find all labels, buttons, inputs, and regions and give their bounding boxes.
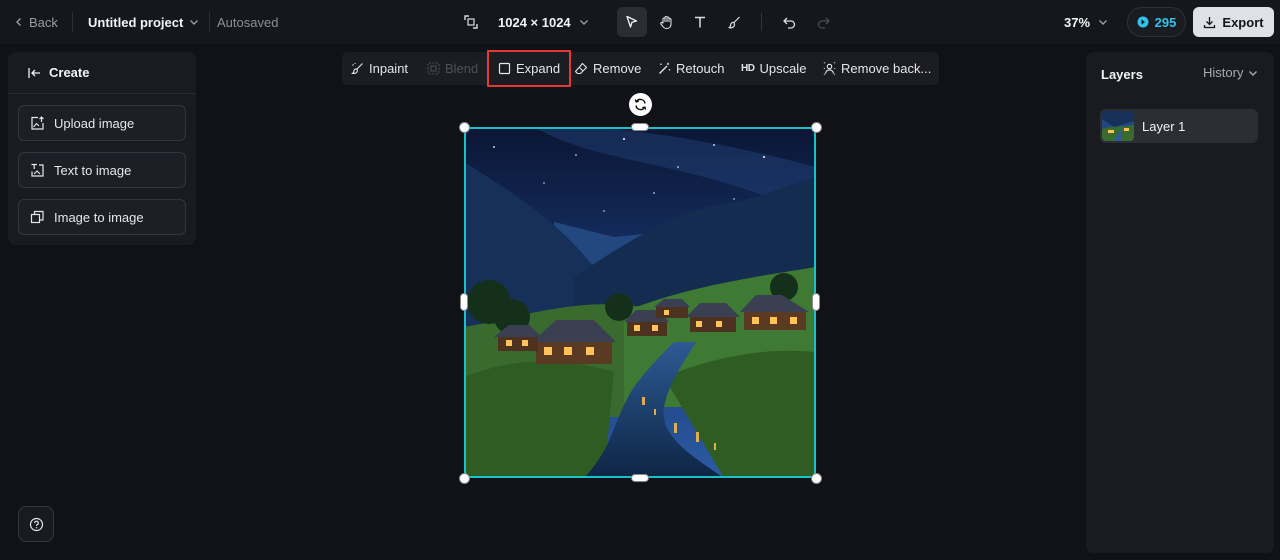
- remove-background-button[interactable]: Remove back...: [823, 52, 931, 85]
- layers-tab[interactable]: Layers: [1101, 67, 1143, 82]
- hand-tool[interactable]: [651, 7, 681, 37]
- divider: [761, 13, 762, 31]
- canvas-image[interactable]: [464, 127, 816, 478]
- upload-image-icon: [30, 115, 45, 131]
- image-to-image-label: Image to image: [54, 209, 144, 225]
- expand-icon: [498, 62, 511, 75]
- chevron-down-icon: [1098, 17, 1108, 27]
- undo-icon: [782, 15, 797, 30]
- canvas-size: 1024 × 1024: [498, 14, 571, 30]
- image-to-image-icon: [30, 210, 45, 225]
- brush-tool[interactable]: [719, 7, 749, 37]
- download-icon: [1203, 16, 1216, 29]
- text-icon: [693, 15, 707, 29]
- resize-handle-left[interactable]: [460, 293, 468, 311]
- credit-count: 295: [1154, 14, 1177, 30]
- resize-handle-bottom-left[interactable]: [459, 473, 470, 484]
- help-button[interactable]: [18, 506, 54, 542]
- remove-background-icon: [823, 62, 836, 75]
- history-label: History: [1203, 65, 1244, 80]
- export-label: Export: [1222, 14, 1264, 30]
- resize-handle-right[interactable]: [812, 293, 820, 311]
- remove-label: Remove: [593, 61, 642, 76]
- layer-item[interactable]: Layer 1: [1100, 109, 1258, 143]
- project-title: Untitled project: [88, 14, 184, 30]
- redo-button[interactable]: [808, 7, 838, 37]
- expand-label: Expand: [516, 61, 561, 76]
- edit-toolbar: Inpaint Blend Expand Remove Retouch HD U…: [342, 50, 939, 87]
- rotate-icon: [633, 97, 648, 112]
- zoom-dropdown[interactable]: 37%: [1064, 0, 1108, 44]
- redo-icon: [816, 15, 831, 30]
- upscale-label: Upscale: [759, 61, 807, 76]
- brush-icon: [727, 15, 742, 30]
- help-icon: [29, 517, 44, 532]
- text-tool[interactable]: [685, 7, 715, 37]
- retouch-label: Retouch: [676, 61, 725, 76]
- credit-coin-icon: [1137, 16, 1149, 28]
- layers-panel: Layers History Layer 1: [1086, 52, 1274, 553]
- divider: [209, 12, 210, 32]
- eraser-icon: [574, 62, 588, 75]
- top-bar: Back Untitled project Autosaved 1024 × 1…: [0, 0, 1280, 44]
- layer-thumbnail: [1102, 111, 1134, 141]
- resize-handle-bottom[interactable]: [631, 474, 649, 482]
- hand-icon: [659, 15, 674, 30]
- resize-canvas-button[interactable]: [464, 0, 478, 44]
- resize-handle-top-right[interactable]: [811, 122, 822, 133]
- tool-group: [617, 0, 838, 44]
- remove-button[interactable]: Remove: [574, 52, 641, 85]
- upload-image-button[interactable]: Upload image: [18, 105, 186, 141]
- divider: [72, 12, 73, 32]
- text-to-image-button[interactable]: Text to image: [18, 152, 186, 188]
- expand-button[interactable]: Expand: [487, 50, 572, 87]
- remove-background-label: Remove back...: [841, 61, 932, 76]
- resize-handle-top-left[interactable]: [459, 122, 470, 133]
- history-tab[interactable]: History: [1203, 65, 1258, 80]
- canvas-size-dropdown[interactable]: 1024 × 1024: [498, 0, 589, 44]
- night-village-landscape: [464, 127, 816, 478]
- resize-handle-bottom-right[interactable]: [811, 473, 822, 484]
- image-to-image-button[interactable]: Image to image: [18, 199, 186, 235]
- hd-icon: HD: [741, 63, 755, 74]
- chevron-down-icon: [579, 17, 589, 27]
- collapse-left-icon: [28, 67, 41, 79]
- upload-image-label: Upload image: [54, 115, 135, 131]
- autosave-status: Autosaved: [217, 14, 279, 30]
- chevron-down-icon: [1248, 68, 1258, 78]
- blend-button[interactable]: Blend: [427, 52, 478, 85]
- rotate-handle[interactable]: [629, 93, 652, 116]
- magic-wand-icon: [658, 62, 671, 75]
- back-label: Back: [29, 14, 58, 30]
- undo-button[interactable]: [774, 7, 804, 37]
- credits-badge[interactable]: 295: [1127, 7, 1186, 37]
- retouch-button[interactable]: Retouch: [658, 52, 724, 85]
- resize-handle-top[interactable]: [631, 123, 649, 131]
- chevron-left-icon: [14, 17, 24, 27]
- inpaint-icon: [351, 62, 364, 75]
- text-to-image-icon: [30, 163, 45, 178]
- inpaint-label: Inpaint: [369, 61, 409, 76]
- chevron-down-icon: [189, 17, 199, 27]
- blend-label: Blend: [445, 61, 479, 76]
- create-header[interactable]: Create: [8, 52, 196, 94]
- create-panel: Create Upload image Text to image Image …: [8, 52, 196, 245]
- cursor-icon: [625, 15, 639, 29]
- upscale-button[interactable]: HD Upscale: [741, 52, 806, 85]
- resize-icon: [464, 15, 478, 29]
- inpaint-button[interactable]: Inpaint: [351, 52, 408, 85]
- blend-icon: [427, 62, 440, 75]
- layer-name: Layer 1: [1142, 118, 1186, 134]
- zoom-level: 37%: [1064, 14, 1091, 30]
- text-to-image-label: Text to image: [54, 162, 132, 178]
- select-tool[interactable]: [617, 7, 647, 37]
- create-title: Create: [49, 65, 90, 80]
- export-button[interactable]: Export: [1193, 7, 1274, 37]
- project-title-dropdown[interactable]: Untitled project: [88, 0, 199, 44]
- back-button[interactable]: Back: [14, 0, 58, 44]
